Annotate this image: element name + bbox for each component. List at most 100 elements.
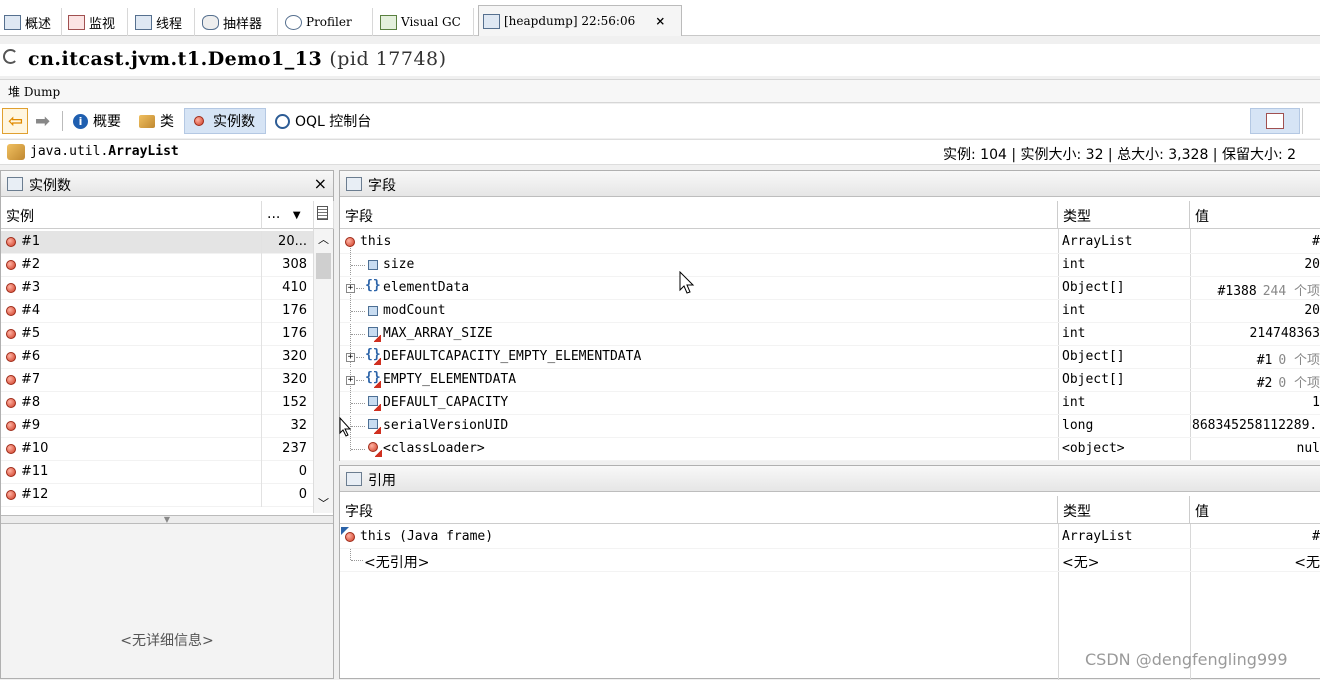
list-item[interactable]: #11 0 (1, 461, 313, 484)
field-type: long (1062, 418, 1094, 433)
primitive-field-icon (368, 260, 378, 270)
tab-sampler[interactable]: 抽样器 (198, 8, 278, 36)
table-row[interactable]: DEFAULT_CAPACITY int 1 (340, 392, 1320, 415)
expand-icon[interactable]: + (346, 353, 355, 362)
back-button[interactable]: ⇦ (2, 108, 28, 134)
instance-size: 0 (298, 464, 307, 479)
reference-type: ArrayList (1062, 529, 1133, 544)
column-header-value[interactable]: 值 (1190, 201, 1320, 229)
instance-icon (6, 375, 16, 385)
list-item[interactable]: #7 320 (1, 369, 313, 392)
instance-size: 308 (282, 257, 307, 272)
instance-name: #12 (21, 487, 49, 502)
instance-list-scrollbar[interactable]: ︿ ﹀ (313, 229, 333, 513)
column-header-size[interactable]: ... ▼ (262, 201, 314, 229)
column-chooser-button[interactable] (314, 201, 334, 229)
instance-icon (6, 329, 16, 339)
column-header-size-label: ... (267, 206, 281, 222)
table-row[interactable]: <classLoader> <object> nul (340, 438, 1320, 461)
toolbar: ⇦ ➡ i 概要 类 实例数 OQL 控制台 (0, 104, 1320, 138)
list-item[interactable]: #4 176 (1, 300, 313, 323)
table-row[interactable]: + {} DEFAULTCAPACITY_EMPTY_ELEMENTDATA O… (340, 346, 1320, 369)
field-type: Object[] (1062, 372, 1125, 387)
field-name: modCount (383, 303, 446, 318)
field-type: <object> (1062, 441, 1125, 456)
tab-profiler[interactable]: Profiler (281, 8, 373, 36)
close-icon[interactable]: × (655, 14, 665, 28)
scrollbar-thumb[interactable] (316, 253, 331, 279)
instance-icon (6, 237, 16, 247)
column-header-instance[interactable]: 实例 (1, 201, 262, 229)
instance-icon (6, 352, 16, 362)
static-mark-icon (374, 427, 381, 434)
close-icon[interactable]: × (314, 174, 327, 193)
instance-icon (6, 398, 16, 408)
table-row[interactable]: <无引用> <无> <无 (340, 549, 1320, 572)
tree-connector (351, 560, 363, 561)
instance-icon (6, 467, 16, 477)
list-item[interactable]: #5 176 (1, 323, 313, 346)
panel-splitter[interactable]: ▼ (1, 515, 333, 524)
column-header-type[interactable]: 类型 (1058, 496, 1190, 524)
tab-overview[interactable]: 概述 (0, 8, 62, 36)
instance-size: 320 (282, 372, 307, 387)
list-item[interactable]: #6 320 (1, 346, 313, 369)
list-item[interactable]: #9 32 (1, 415, 313, 438)
list-item[interactable]: #1 20... (1, 231, 313, 254)
reference-value: # (1312, 529, 1320, 544)
chevron-up-icon[interactable]: ︿ (318, 231, 329, 247)
table-row[interactable]: this (Java frame) ArrayList # (340, 526, 1320, 549)
tab-threads[interactable]: 线程 (131, 8, 195, 36)
table-row[interactable]: serialVersionUID long 868345258112289... (340, 415, 1320, 438)
field-name: size (383, 257, 415, 272)
instance-name: #10 (21, 441, 49, 456)
table-row[interactable]: MAX_ARRAY_SIZE int 214748363 (340, 323, 1320, 346)
list-item[interactable]: #12 0 (1, 484, 313, 507)
list-item[interactable]: #10 237 (1, 438, 313, 461)
chevron-down-icon[interactable]: ﹀ (318, 495, 329, 511)
forward-button[interactable]: ➡ (30, 108, 56, 134)
list-item[interactable]: #3 410 (1, 277, 313, 300)
column-header-type[interactable]: 类型 (1058, 201, 1190, 229)
class-stats: 实例: 104 | 实例大小: 32 | 总大小: 3,328 | 保留大小: … (943, 147, 1297, 163)
tab-visual-gc[interactable]: Visual GC (376, 8, 474, 36)
tree-connector (356, 288, 364, 289)
field-name: MAX_ARRAY_SIZE (383, 326, 493, 341)
table-row[interactable]: this ArrayList # (340, 231, 1320, 254)
instances-panel-icon (7, 177, 23, 191)
summary-button[interactable]: i 概要 (68, 108, 126, 134)
watermark: CSDN @dengfengling999 (1085, 650, 1288, 669)
list-item[interactable]: #8 152 (1, 392, 313, 415)
tab-heapdump[interactable]: [heapdump] 22:56:06 × (478, 5, 682, 36)
references-panel-icon (346, 472, 362, 486)
field-value: 20 (1304, 303, 1320, 318)
references-panel-title: 引用 (368, 473, 396, 489)
fields-panel: 字段 字段 类型 值 this ArrayList # size int 20 … (339, 170, 1320, 461)
classes-button[interactable]: 类 (134, 108, 179, 134)
oql-console-button[interactable]: OQL 控制台 (270, 108, 376, 134)
instance-size: 20... (278, 234, 307, 249)
table-row[interactable]: size int 20 (340, 254, 1320, 277)
instances-button[interactable]: 实例数 (184, 108, 266, 134)
table-row[interactable]: modCount int 20 (340, 300, 1320, 323)
view-toggle-button[interactable] (1250, 108, 1300, 134)
instance-name: #2 (21, 257, 41, 272)
column-header-field[interactable]: 字段 (340, 496, 1058, 524)
expand-icon[interactable]: + (346, 284, 355, 293)
table-row[interactable]: + {} elementData Object[] #1388 244 个项 (340, 277, 1320, 300)
column-header-value[interactable]: 值 (1190, 496, 1320, 524)
view-icon (1266, 113, 1284, 129)
column-header-field[interactable]: 字段 (340, 201, 1058, 229)
tree-guide (350, 549, 351, 560)
primitive-field-icon (368, 306, 378, 316)
table-row[interactable]: + {} EMPTY_ELEMENTDATA Object[] #2 0 个项 (340, 369, 1320, 392)
tab-monitor[interactable]: 监视 (64, 8, 128, 36)
expand-icon[interactable]: + (346, 376, 355, 385)
heap-dump-label: 堆 Dump (0, 79, 1320, 103)
instances-panel-header: 实例数 × (1, 171, 333, 197)
list-item[interactable]: #2 308 (1, 254, 313, 277)
static-mark-icon (374, 358, 381, 365)
instance-name: #7 (21, 372, 41, 387)
view-toggle-button-2[interactable] (1302, 108, 1320, 134)
column-chooser-icon (317, 206, 328, 220)
